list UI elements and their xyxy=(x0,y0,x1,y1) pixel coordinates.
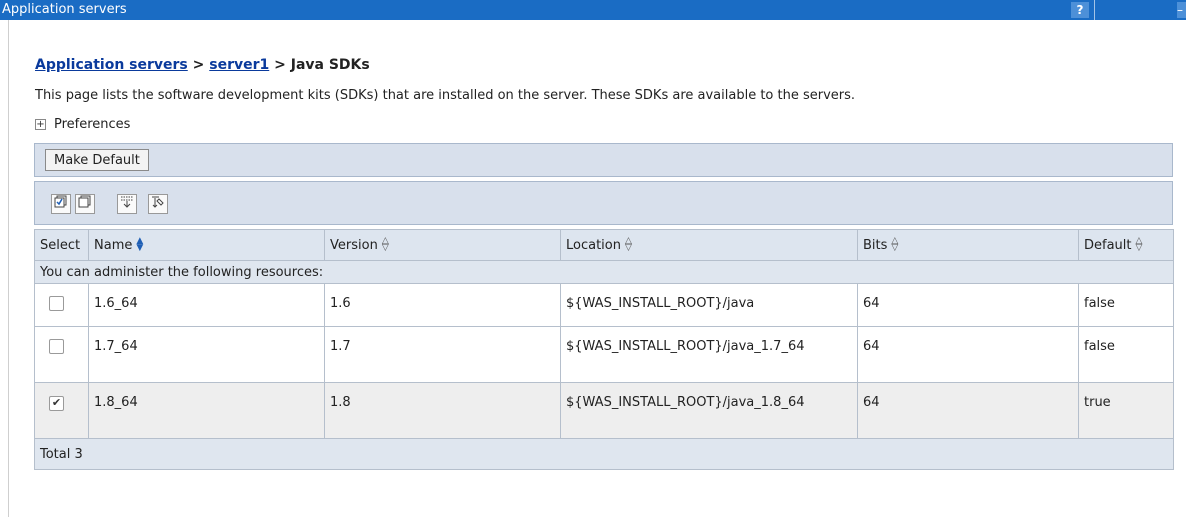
page-description: This page lists the software development… xyxy=(35,88,856,103)
window-title: Application servers xyxy=(2,2,127,17)
cell-default: false xyxy=(1078,326,1174,383)
preferences-label: Preferences xyxy=(54,117,131,132)
table-toolbar xyxy=(34,181,1173,225)
breadcrumb-link-server1[interactable]: server1 xyxy=(209,57,269,73)
row-select-checkbox[interactable] xyxy=(49,296,64,311)
table-row: 1.7_64 1.7 ${WAS_INSTALL_ROOT}/java_1.7_… xyxy=(34,326,1174,383)
clear-filter-icon[interactable] xyxy=(148,194,168,214)
make-default-button[interactable]: Make Default xyxy=(45,149,149,171)
cell-bits: 64 xyxy=(857,326,1079,383)
cell-name: 1.7_64 xyxy=(88,326,325,383)
table-row: ✔ 1.8_64 1.8 ${WAS_INSTALL_ROOT}/java_1.… xyxy=(34,382,1174,439)
cell-name: 1.8_64 xyxy=(88,382,325,439)
sort-arrows-icon[interactable]: △ ▽ xyxy=(1136,237,1143,253)
cell-default: true xyxy=(1078,382,1174,439)
sdk-table: Select Name ▲ ▼ Version △ ▽ Location △ ▽ Bits △… xyxy=(34,229,1174,470)
column-header-location[interactable]: Location △ ▽ xyxy=(560,229,858,261)
cell-version: 1.8 xyxy=(324,382,561,439)
table-header-row: Select Name ▲ ▼ Version △ ▽ Location △ ▽ Bits △… xyxy=(34,229,1174,261)
breadcrumb-separator: > xyxy=(187,57,210,73)
preferences-toggle[interactable]: + Preferences xyxy=(35,117,130,132)
row-select-checkbox[interactable] xyxy=(49,339,64,354)
column-header-version[interactable]: Version △ ▽ xyxy=(324,229,561,261)
resources-info-row: You can administer the following resourc… xyxy=(34,260,1174,284)
cell-version: 1.7 xyxy=(324,326,561,383)
cell-bits: 64 xyxy=(857,283,1079,327)
column-header-bits[interactable]: Bits △ ▽ xyxy=(857,229,1079,261)
column-header-default[interactable]: Default △ ▽ xyxy=(1078,229,1174,261)
table-total-row: Total 3 xyxy=(34,438,1174,470)
deselect-all-icon[interactable] xyxy=(75,194,95,214)
button-bar: Make Default xyxy=(34,143,1173,177)
total-count: Total 3 xyxy=(34,438,1174,470)
sort-arrows-icon[interactable]: △ ▽ xyxy=(625,237,632,253)
resources-info-text: You can administer the following resourc… xyxy=(34,260,1174,284)
expand-icon: + xyxy=(35,119,46,130)
titlebar-divider xyxy=(1094,0,1095,20)
cell-version: 1.6 xyxy=(324,283,561,327)
cell-location: ${WAS_INSTALL_ROOT}/java_1.8_64 xyxy=(560,382,858,439)
help-icon[interactable]: ? xyxy=(1071,2,1089,18)
content-frame-border xyxy=(8,20,9,517)
cell-bits: 64 xyxy=(857,382,1079,439)
cell-location: ${WAS_INSTALL_ROOT}/java xyxy=(560,283,858,327)
cell-name: 1.6_64 xyxy=(88,283,325,327)
column-header-name[interactable]: Name ▲ ▼ xyxy=(88,229,325,261)
show-filter-icon[interactable] xyxy=(117,194,137,214)
table-row: 1.6_64 1.6 ${WAS_INSTALL_ROOT}/java 64 f… xyxy=(34,283,1174,327)
column-header-select: Select xyxy=(34,229,89,261)
select-all-icon[interactable] xyxy=(51,194,71,214)
breadcrumb: Application servers > server1 > Java SDK… xyxy=(35,57,370,73)
cell-default: false xyxy=(1078,283,1174,327)
sort-arrows-icon[interactable]: △ ▽ xyxy=(891,237,898,253)
breadcrumb-current: Java SDKs xyxy=(290,57,370,73)
breadcrumb-separator: > xyxy=(269,57,291,73)
row-select-checkbox[interactable]: ✔ xyxy=(49,396,64,411)
window-titlebar: Application servers ? – xyxy=(0,0,1186,20)
cell-location: ${WAS_INSTALL_ROOT}/java_1.7_64 xyxy=(560,326,858,383)
sort-arrows-icon[interactable]: △ ▽ xyxy=(382,237,389,253)
minimize-icon[interactable]: – xyxy=(1177,2,1186,18)
breadcrumb-link-application-servers[interactable]: Application servers xyxy=(35,57,188,73)
sort-arrows-icon[interactable]: ▲ ▼ xyxy=(136,237,143,253)
